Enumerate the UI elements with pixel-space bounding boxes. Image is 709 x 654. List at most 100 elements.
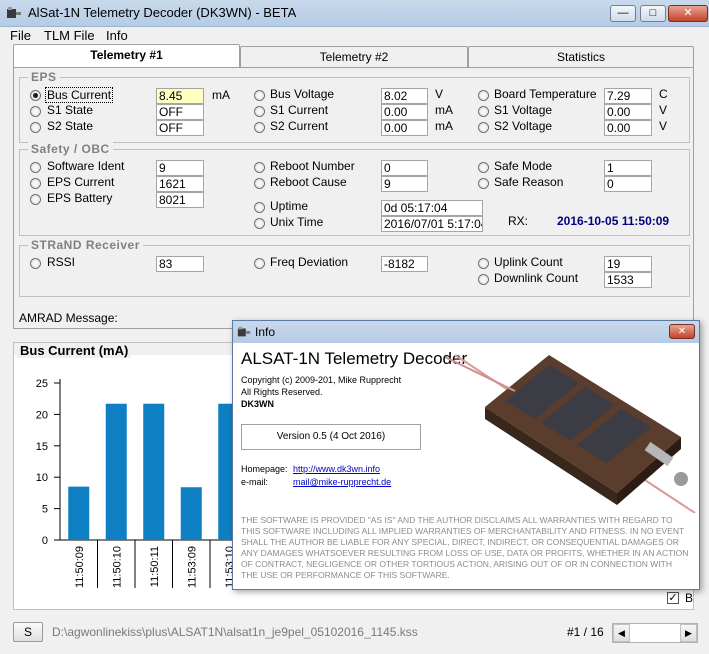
value-uplink-count: 19 [604,256,652,272]
radio-bus-voltage[interactable] [254,90,265,101]
label-reboot-number: Reboot Number [270,159,355,173]
dialog-rights: All Rights Reserved. [241,387,323,397]
label-uplink-count: Uplink Count [494,255,563,269]
radio-safe-reason[interactable] [478,178,489,189]
radio-s2-state[interactable] [30,122,41,133]
radio-board-temperature[interactable] [478,90,489,101]
menu-info[interactable]: Info [106,28,128,43]
chart-bar [180,487,202,540]
label-rssi: RSSI [47,255,76,269]
value-reboot-cause: 9 [381,176,428,192]
radio-s1-voltage[interactable] [478,106,489,117]
chart-checkbox[interactable]: ✓ [667,592,679,604]
scroll-left-button[interactable]: ◀ [613,624,630,642]
radio-s1-state[interactable] [30,106,41,117]
label-freq-deviation: Freq Deviation [270,255,349,269]
label-unix-time: Unix Time [270,215,324,229]
x-tick-label: 11:50:11 [149,546,161,587]
tab-statistics[interactable]: Statistics [468,46,694,68]
unit-s2-voltage: V [659,119,668,133]
y-tick-label: 20 [36,409,48,421]
maximize-button[interactable]: □ [640,5,666,22]
s-button[interactable]: S [13,622,43,642]
check-icon: ✓ [668,592,678,604]
record-pager: #1 / 16 [567,625,604,639]
radio-s2-voltage[interactable] [478,122,489,133]
unit-s2-current: mA [435,119,453,133]
menu-file[interactable]: File [10,28,31,43]
chart-checkbox-label: B [685,591,694,605]
scroll-right-button[interactable]: ▶ [680,624,697,642]
tab-telemetry-2[interactable]: Telemetry #2 [240,46,468,68]
email-label: e-mail: [241,477,269,487]
x-tick-label: 11:53:09 [186,546,198,588]
file-path: D:\agwonlinekiss\plus\ALSAT1N\alsat1n_je… [52,625,418,639]
radio-s2-current[interactable] [254,122,265,133]
version-box: Version 0.5 (4 Oct 2016) [241,424,421,450]
close-button[interactable]: ✕ [668,5,708,22]
y-tick-label: 15 [36,441,48,453]
radio-downlink-count[interactable] [478,274,489,285]
record-scrollbar[interactable]: ◀ ▶ [612,623,698,643]
maximize-icon: □ [649,7,657,19]
radio-safe-mode[interactable] [478,162,489,173]
label-eps-current: EPS Current [47,175,115,189]
menu-tlm-file[interactable]: TLM File [44,28,95,43]
label-eps-battery: EPS Battery [47,191,113,205]
dialog-title-bar: Info ✕ [233,321,699,343]
value-downlink-count: 1533 [604,272,652,288]
amrad-message-label: AMRAD Message: [19,311,118,325]
label-bus-voltage: Bus Voltage [270,87,335,101]
app-icon [7,7,21,18]
dialog-close-button[interactable]: ✕ [669,324,695,339]
app-icon [237,326,251,337]
value-uptime: 0d 05:17:04 [381,200,483,216]
label-s2-state: S2 State [47,119,94,133]
radio-unix-time[interactable] [254,218,265,229]
value-unix-time: 2016/07/01 5:17:04 [381,216,483,232]
safety-legend: Safety / OBC [28,142,113,156]
window-title: AlSat-1N Telemetry Decoder (DK3WN) - BET… [28,5,297,20]
value-reboot-number: 0 [381,160,428,176]
menu-bar: File TLM File Info [0,27,709,45]
y-tick-label: 0 [42,535,48,547]
info-dialog: Info ✕ ALSAT-1N Telemetry Decoder Copyri… [232,320,700,590]
close-icon: ✕ [683,7,693,19]
label-s1-state: S1 State [47,103,94,117]
value-s1-voltage: 0.00 [604,104,652,120]
radio-freq-deviation[interactable] [254,258,265,269]
radio-s1-current[interactable] [254,106,265,117]
value-eps-battery: 8021 [156,192,204,208]
radio-eps-battery[interactable] [30,194,41,205]
dialog-callsign: DK3WN [241,399,274,409]
label-board-temperature: Board Temperature [494,87,597,101]
chart-title: Bus Current (mA) [17,343,132,358]
homepage-label: Homepage: [241,464,288,474]
label-s1-current: S1 Current [270,103,329,117]
rx-timestamp: 2016-10-05 11:50:09 [557,214,670,228]
tab-telemetry-1[interactable]: Telemetry #1 [13,44,240,68]
y-tick-label: 25 [36,378,48,390]
radio-reboot-cause[interactable] [254,178,265,189]
y-tick-label: 5 [42,504,48,516]
value-s2-state: OFF [156,120,204,136]
close-icon: ✕ [677,326,687,337]
radio-rssi[interactable] [30,258,41,269]
radio-software-ident[interactable] [30,162,41,173]
value-rssi: 83 [156,256,204,272]
homepage-link[interactable]: http://www.dk3wn.info [293,464,380,474]
value-safe-reason: 0 [604,176,652,192]
value-s2-current: 0.00 [381,120,428,136]
label-safe-reason: Safe Reason [494,175,564,189]
radio-reboot-number[interactable] [254,162,265,173]
label-safe-mode: Safe Mode [494,159,553,173]
radio-uptime[interactable] [254,202,265,213]
label-s2-current: S2 Current [270,119,329,133]
chart-bar [143,403,165,540]
radio-bus-current[interactable] [30,90,41,101]
radio-uplink-count[interactable] [478,258,489,269]
minimize-button[interactable]: — [610,5,636,22]
email-link[interactable]: mail@mike-rupprecht.de [293,477,391,487]
arrow-right-icon: ▶ [685,628,692,638]
radio-eps-current[interactable] [30,178,41,189]
